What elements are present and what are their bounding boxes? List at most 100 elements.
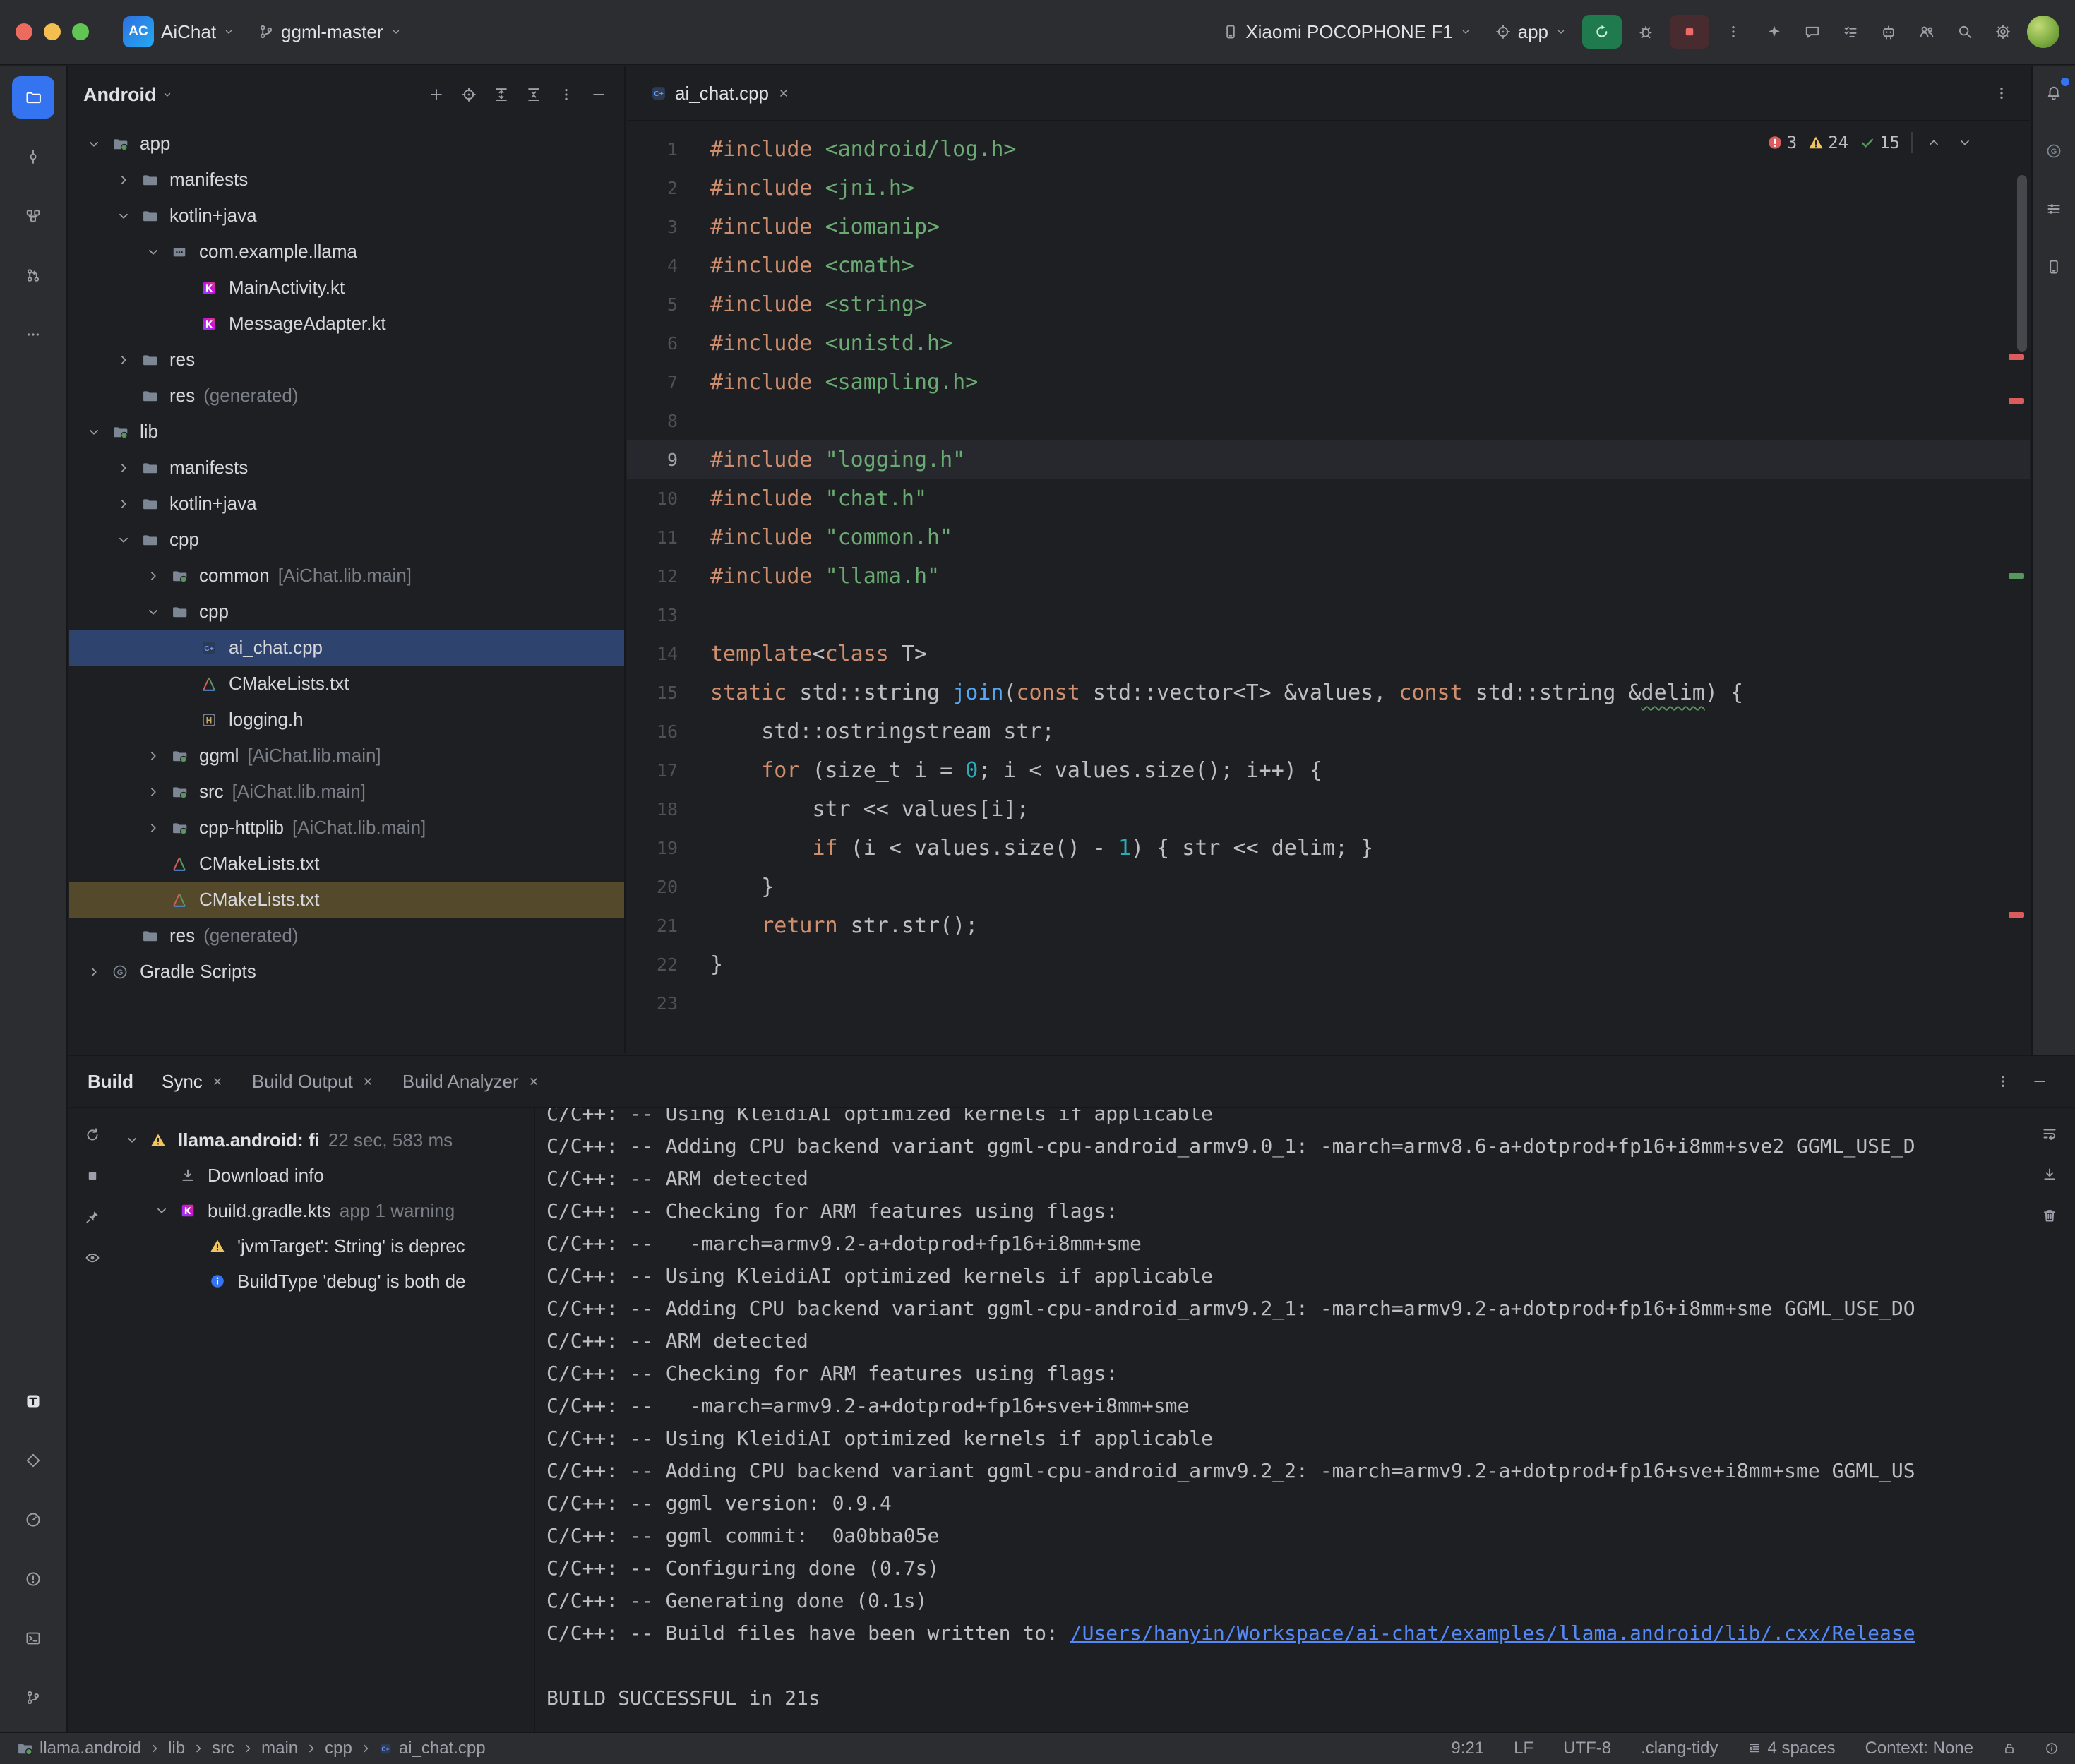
expand-chevron-icon[interactable] <box>140 785 167 799</box>
error-count[interactable]: 3 <box>1764 133 1800 152</box>
line-separator-widget[interactable]: LF <box>1514 1739 1533 1758</box>
preview-button[interactable] <box>77 1242 108 1273</box>
next-problem-button[interactable] <box>1952 130 1978 155</box>
breadcrumb-item[interactable]: ai_chat.cpp <box>399 1739 486 1758</box>
expand-chevron-icon[interactable] <box>140 749 167 763</box>
indent-widget[interactable]: 4 spaces <box>1748 1739 1836 1758</box>
line-number[interactable]: 22 <box>627 954 710 975</box>
build-console[interactable]: C/C++: -- Using KleidiAI optimized kerne… <box>535 1108 2075 1732</box>
project-view-selector[interactable]: Android <box>83 84 156 106</box>
problems-toolwindow-button[interactable] <box>12 1558 54 1600</box>
more-button[interactable] <box>1986 1064 2020 1098</box>
editor-tab-options-button[interactable] <box>1985 76 2019 110</box>
profiler-toolwindow-button[interactable] <box>12 1499 54 1541</box>
line-number[interactable]: 3 <box>627 217 710 237</box>
hide-button[interactable] <box>2023 1064 2057 1098</box>
build-tab-sync[interactable]: Sync <box>162 1071 224 1093</box>
add-button[interactable] <box>421 79 452 110</box>
close-window-button[interactable] <box>16 23 32 40</box>
tree-item[interactable]: Hlogging.h <box>69 702 624 738</box>
context-widget[interactable]: Context: None <box>1865 1739 1973 1758</box>
expand-chevron-icon[interactable] <box>110 209 137 223</box>
expand-chevron-icon[interactable] <box>80 425 107 439</box>
notifications-button[interactable] <box>2037 76 2071 110</box>
tree-item[interactable]: res(generated) <box>69 378 624 414</box>
editor-tab[interactable]: C+ ai_chat.cpp <box>638 66 803 120</box>
stop-button[interactable] <box>1670 15 1709 49</box>
close-tab-icon[interactable] <box>211 1075 224 1088</box>
more-button[interactable] <box>551 79 582 110</box>
expand-chevron-icon[interactable] <box>140 605 167 619</box>
tree-item[interactable]: manifests <box>69 450 624 486</box>
line-number[interactable]: 15 <box>627 683 710 703</box>
tree-item[interactable]: com.example.llama <box>69 234 624 270</box>
close-tab-icon[interactable] <box>361 1075 374 1088</box>
line-number[interactable]: 8 <box>627 411 710 431</box>
line-number[interactable]: 10 <box>627 488 710 509</box>
tree-item[interactable]: common[AiChat.lib.main] <box>69 558 624 594</box>
expand-chevron-icon[interactable] <box>80 137 107 151</box>
rerun-button[interactable] <box>77 1120 108 1151</box>
tree-item[interactable]: MessageAdapter.kt <box>69 306 624 342</box>
more-tool-windows-toolwindow-button[interactable] <box>12 313 54 356</box>
build-tree-item[interactable]: llama.android: fi22 sec, 583 ms <box>116 1122 534 1158</box>
device-manager-button[interactable] <box>2037 250 2071 284</box>
line-number[interactable]: 12 <box>627 566 710 587</box>
breadcrumb-item[interactable]: main <box>261 1739 298 1758</box>
tree-item[interactable]: cpp <box>69 522 624 558</box>
tree-item[interactable]: lib <box>69 414 624 450</box>
tree-item[interactable]: CMakeLists.txt <box>69 666 624 702</box>
code-line[interactable]: 14template<class T> <box>627 635 2030 673</box>
previous-problem-button[interactable] <box>1921 130 1947 155</box>
expand-chevron-icon[interactable] <box>140 245 167 259</box>
tree-item[interactable]: MainActivity.kt <box>69 270 624 306</box>
encoding-widget[interactable]: UTF-8 <box>1563 1739 1611 1758</box>
build-tree-item[interactable]: build.gradle.ktsapp 1 warning <box>116 1193 534 1228</box>
line-number[interactable]: 23 <box>627 993 710 1014</box>
line-number[interactable]: 16 <box>627 721 710 742</box>
code-line[interactable]: 8 <box>627 402 2030 440</box>
line-number[interactable]: 18 <box>627 799 710 820</box>
breadcrumb-item[interactable]: cpp <box>325 1739 352 1758</box>
locate-button[interactable] <box>453 79 484 110</box>
expand-all-button[interactable] <box>486 79 517 110</box>
tree-item[interactable]: cpp-httplib[AiChat.lib.main] <box>69 810 624 846</box>
line-number[interactable]: 14 <box>627 644 710 664</box>
clear-button[interactable] <box>2034 1200 2065 1231</box>
hide-button[interactable] <box>583 79 614 110</box>
plugins-button[interactable] <box>1872 15 1906 49</box>
search-everywhere-button[interactable] <box>1948 15 1982 49</box>
breadcrumb-item[interactable]: lib <box>168 1739 185 1758</box>
code-line[interactable]: 11#include "common.h" <box>627 518 2030 557</box>
tree-item[interactable]: CMakeLists.txt <box>69 846 624 882</box>
structure-toolwindow-button[interactable] <box>12 195 54 237</box>
settings-button[interactable] <box>1986 15 2020 49</box>
pin-button[interactable] <box>77 1201 108 1232</box>
expand-chevron-icon[interactable] <box>148 1204 175 1218</box>
build-tab-build-analyzer[interactable]: Build Analyzer <box>402 1071 540 1093</box>
code-line[interactable]: 16 std::ostringstream str; <box>627 712 2030 751</box>
expand-chevron-icon[interactable] <box>80 965 107 979</box>
line-number[interactable]: 20 <box>627 877 710 897</box>
device-selector[interactable]: Xiaomi POCOPHONE F1 <box>1214 16 1479 49</box>
close-tab-icon[interactable] <box>527 1075 540 1088</box>
code-area[interactable]: 3 24 15 1#include <android/log.h>2#inclu… <box>627 121 2030 1053</box>
line-number[interactable]: 7 <box>627 372 710 392</box>
line-number[interactable]: 11 <box>627 527 710 548</box>
tree-item[interactable]: CMakeLists.txt <box>69 882 624 918</box>
tree-item[interactable]: res(generated) <box>69 918 624 954</box>
branch-widget[interactable]: ggml-master <box>250 16 409 49</box>
version-control-toolwindow-button[interactable] <box>12 1676 54 1719</box>
debug-button[interactable] <box>1629 15 1663 49</box>
line-number[interactable]: 13 <box>627 605 710 625</box>
passed-count[interactable]: 15 <box>1857 133 1903 152</box>
expand-chevron-icon[interactable] <box>110 533 137 547</box>
build-variants-button[interactable] <box>2037 192 2071 226</box>
editor-scrollbar[interactable] <box>2017 175 2027 352</box>
tree-item[interactable]: src[AiChat.lib.main] <box>69 774 624 810</box>
expand-chevron-icon[interactable] <box>110 461 137 475</box>
app-inspection-toolwindow-button[interactable] <box>12 1439 54 1482</box>
build-tree-item[interactable]: Download info <box>116 1158 534 1193</box>
code-line[interactable]: 2#include <jni.h> <box>627 169 2030 208</box>
pull-requests-toolwindow-button[interactable] <box>12 254 54 296</box>
